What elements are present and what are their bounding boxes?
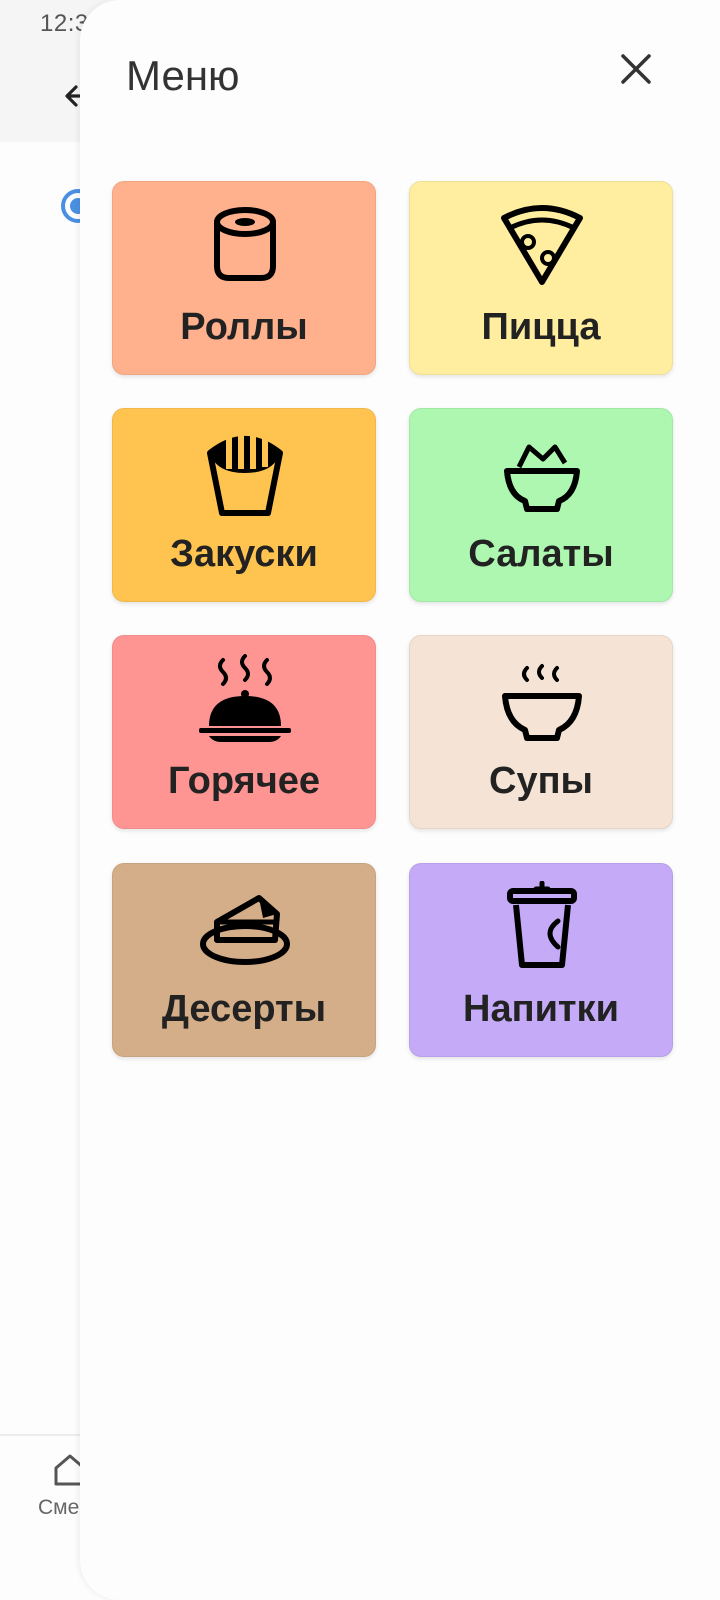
category-label: Закуски [170, 533, 318, 575]
category-tile-drinks[interactable]: Напитки [409, 863, 673, 1057]
pizza-icon [492, 200, 592, 290]
close-icon [621, 54, 651, 84]
category-tile-desserts[interactable]: Десерты [112, 863, 376, 1057]
bottom-nav-label[interactable]: Сме [38, 1496, 79, 1520]
category-label: Супы [489, 760, 593, 802]
category-tile-salads[interactable]: Салаты [409, 408, 673, 602]
category-label: Десерты [161, 988, 327, 1030]
fries-icon [195, 427, 295, 517]
salad-icon [492, 427, 592, 517]
cake-icon [195, 882, 295, 972]
sheet-title: Меню [126, 52, 240, 99]
menu-sheet: Меню Роллы Пицца Закуски Салаты Горячее … [80, 0, 720, 1600]
category-tile-pizza[interactable]: Пицца [409, 181, 673, 375]
drink-icon [492, 881, 592, 972]
category-label: Пицца [481, 306, 601, 348]
category-label: Салаты [468, 533, 614, 575]
roll-icon [195, 200, 295, 290]
category-tile-hot[interactable]: Горячее [112, 635, 376, 829]
category-label: Горячее [167, 760, 321, 802]
category-label: Напитки [463, 988, 619, 1030]
soup-icon [492, 654, 592, 744]
category-tile-rolls[interactable]: Роллы [112, 181, 376, 375]
category-label: Роллы [180, 306, 308, 348]
category-tile-snacks[interactable]: Закуски [112, 408, 376, 602]
close-button[interactable] [613, 46, 659, 92]
category-tile-soups[interactable]: Супы [409, 635, 673, 829]
cloche-icon [195, 654, 295, 744]
